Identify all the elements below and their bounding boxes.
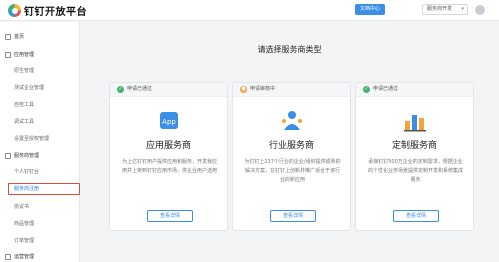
clock-icon: ● bbox=[240, 86, 247, 93]
top-bar: 钉钉开放平台 文档中心 服务商开发 ▾ bbox=[0, 0, 499, 21]
sidebar-item-label: 协议书 bbox=[14, 204, 30, 210]
card-title: 行业服务商 bbox=[268, 141, 314, 151]
card-description: 承接钉钉500万企业的定制需求，根据企业的个性化业务场景提供定制开发和系统集成服… bbox=[367, 159, 463, 183]
chevron-down-icon: ▾ bbox=[461, 6, 464, 12]
sidebar-item-auth-management[interactable]: 设置至授权管理 bbox=[0, 134, 80, 144]
sidebar-item-provider-register[interactable]: 服务商注册 bbox=[0, 183, 80, 195]
service-card-industry: ● 申请审核中 行业服务商 为钉钉上237个行业的企业/组织提供成熟的解决方案，… bbox=[232, 82, 351, 231]
role-select-value: 服务商开发 bbox=[427, 6, 453, 12]
sidebar-item-label: 个人钉钉台 bbox=[14, 169, 40, 175]
sidebar: 首页 应用管理 原生管理 测试企业管理 自检工具 调试工具 设置至授权管理 服务… bbox=[0, 22, 80, 262]
card-status-bar: ✓ 申请已通过 bbox=[110, 83, 227, 97]
sidebar-item-label: 应用管理 bbox=[14, 52, 35, 58]
sidebar-item-service-provider[interactable]: 服务商管理 bbox=[0, 151, 80, 161]
sidebar-item-label: 调试工具 bbox=[14, 119, 35, 125]
sidebar-item-label: 自检工具 bbox=[14, 102, 35, 108]
sidebar-item-label: 运营管理 bbox=[14, 254, 35, 260]
sidebar-item-label: 设置至授权管理 bbox=[14, 136, 50, 142]
docs-center-button[interactable]: 文档中心 bbox=[355, 4, 385, 15]
sidebar-item-agreement[interactable]: 协议书 bbox=[0, 202, 80, 212]
sidebar-item-self-check[interactable]: 自检工具 bbox=[0, 100, 80, 110]
check-icon: ✓ bbox=[363, 86, 370, 93]
app-service-icon: App bbox=[156, 109, 182, 133]
sidebar-item-app-management[interactable]: 应用管理 bbox=[0, 50, 80, 60]
card-description: 为钉钉上237个行业的企业/组织提供成熟的解决方案，在钉钉上创新并推广适合于该行… bbox=[244, 159, 341, 183]
dingtalk-logo-icon[interactable] bbox=[8, 4, 21, 17]
card-status: 申请审核中 bbox=[250, 86, 276, 92]
sidebar-item-orders[interactable]: 订单管理 bbox=[0, 236, 80, 246]
ops-icon bbox=[5, 254, 11, 260]
sidebar-item-native[interactable]: 原生管理 bbox=[0, 66, 80, 76]
app-icon bbox=[5, 52, 11, 58]
card-status: 申请已通过 bbox=[127, 86, 153, 92]
view-details-button[interactable]: 查看详情 bbox=[147, 210, 193, 222]
card-status-bar: ✓ 申请已通过 bbox=[356, 83, 473, 97]
sidebar-item-label: 商品管理 bbox=[14, 221, 35, 227]
card-title: 定制服务商 bbox=[391, 141, 437, 151]
card-status: 申请已通过 bbox=[373, 86, 399, 92]
sidebar-item-operations[interactable]: 运营管理 bbox=[0, 252, 80, 262]
svg-text:App: App bbox=[162, 118, 176, 126]
avatar[interactable] bbox=[475, 5, 485, 15]
service-card-custom: ✓ 申请已通过 定制服务商 承接钉钉500万企业的定制需求，根据企业的个性化业务… bbox=[355, 82, 474, 231]
sidebar-item-personal[interactable]: 个人钉钉台 bbox=[0, 167, 80, 177]
industry-service-icon bbox=[279, 109, 305, 133]
card-status-bar: ● 申请审核中 bbox=[233, 83, 350, 97]
sidebar-item-label: 服务商管理 bbox=[14, 153, 40, 159]
sidebar-item-label: 测试企业管理 bbox=[14, 85, 45, 91]
check-icon: ✓ bbox=[117, 86, 124, 93]
view-details-button[interactable]: 查看详情 bbox=[270, 210, 316, 222]
sidebar-item-label: 原生管理 bbox=[14, 68, 35, 74]
service-card-app: ✓ 申请已通过 App 应用服务商 为上亿钉钉用户提供应用和服务，开发我应用并上… bbox=[109, 82, 228, 231]
sidebar-item-goods[interactable]: 商品管理 bbox=[0, 219, 80, 229]
sidebar-item-home[interactable]: 首页 bbox=[0, 32, 80, 42]
sidebar-item-label: 订单管理 bbox=[14, 238, 35, 244]
brand-title[interactable]: 钉钉开放平台 bbox=[24, 3, 87, 18]
highlight-box bbox=[8, 183, 80, 195]
sidebar-item-label: 首页 bbox=[14, 34, 25, 40]
home-icon bbox=[5, 34, 11, 40]
custom-service-icon bbox=[402, 109, 428, 133]
sidebar-item-debug-tools[interactable]: 调试工具 bbox=[0, 117, 80, 127]
card-description: 为上亿钉钉用户提供应用和服务，开发我应用并上架到钉钉应用市场，供企业用户选用 bbox=[121, 159, 217, 174]
page-title: 请选择服务商类型 bbox=[257, 45, 322, 54]
service-icon bbox=[5, 153, 11, 159]
sidebar-item-test-enterprise[interactable]: 测试企业管理 bbox=[0, 83, 80, 93]
role-select[interactable]: 服务商开发 ▾ bbox=[422, 4, 468, 15]
view-details-button[interactable]: 查看详情 bbox=[393, 210, 439, 222]
card-title: 应用服务商 bbox=[145, 141, 191, 151]
